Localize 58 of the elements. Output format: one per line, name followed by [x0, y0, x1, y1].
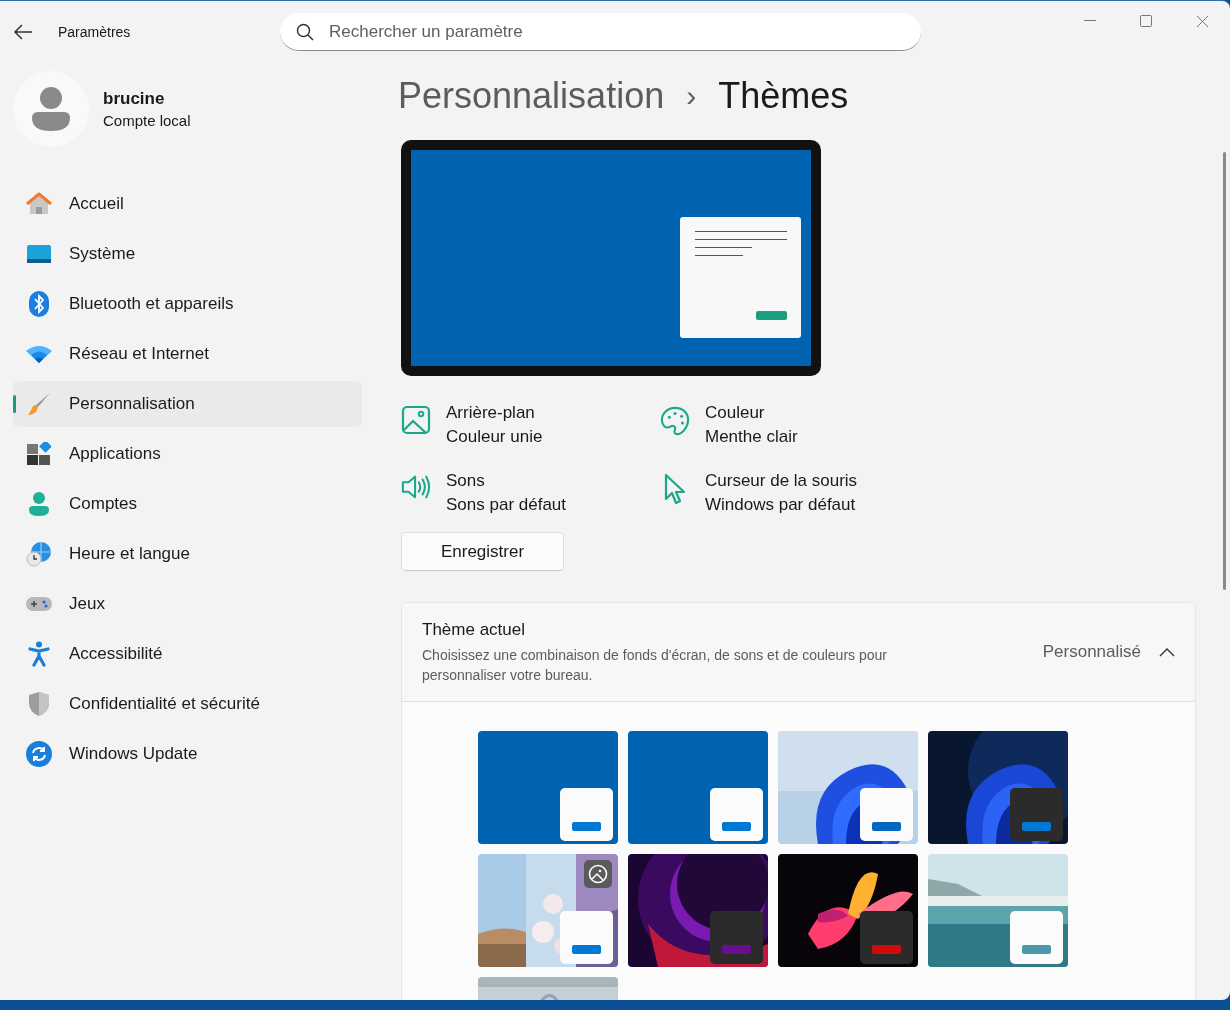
maximize-icon — [1140, 15, 1152, 27]
apps-icon — [27, 442, 51, 466]
breadcrumb-separator: › — [686, 79, 697, 113]
person-icon — [32, 87, 70, 131]
sidebar-item[interactable]: Bluetooth et appareils — [13, 281, 362, 327]
card-header[interactable]: Thème actuel Choisissez une combinaison de fonds d'écran, de sons et de couleurs pour personnaliser votre bureau. Personnalisé — [402, 603, 1195, 702]
setting-value: Couleur unie — [446, 426, 543, 448]
chevron-icon[interactable] — [1159, 647, 1175, 657]
speaker-icon — [401, 473, 431, 501]
setting-value: Sons par défaut — [446, 494, 567, 516]
card-description: Choisissez une combinaison de fonds d'écran, de sons et de couleurs pour personnaliser votre bureau. — [422, 645, 888, 685]
theme-tile[interactable] — [628, 731, 768, 844]
sidebar-item[interactable]: Système — [13, 231, 362, 277]
monitor-icon — [27, 244, 51, 264]
selection-indicator — [13, 395, 16, 413]
theme-name: Personnalisé — [1042, 642, 1141, 662]
setting-title: Curseur de la souris — [705, 470, 858, 492]
sidebar-item[interactable]: Personnalisation — [13, 381, 362, 427]
sidebar-item[interactable]: Accueil — [13, 181, 362, 227]
account-name: brucine — [103, 89, 166, 109]
account-type: Compte local — [103, 112, 191, 129]
shield-icon — [28, 691, 50, 717]
sidebar-item[interactable]: Windows Update — [13, 731, 362, 777]
sidebar-item[interactable]: Réseau et Internet — [13, 331, 362, 377]
setting-title: Sons — [446, 470, 486, 492]
sidebar-item[interactable]: Accessibilité — [13, 631, 362, 677]
bluetooth-icon — [29, 291, 49, 317]
sidebar-item[interactable]: Heure et langue — [13, 531, 362, 577]
sidebar-item[interactable]: Applications — [13, 431, 362, 477]
window-title: Paramètres — [58, 24, 132, 40]
search-icon — [296, 23, 314, 41]
sync-icon — [26, 741, 52, 767]
sidebar-item[interactable]: Confidentialité et sécurité — [13, 681, 362, 727]
gamepad-icon — [26, 595, 52, 613]
save-button[interactable]: Enregistrer — [401, 532, 564, 571]
theme-tile[interactable] — [478, 731, 618, 844]
sidebar-item[interactable]: Comptes — [13, 481, 362, 527]
page-title: Thèmes — [718, 75, 849, 117]
scrollbar[interactable] — [1223, 152, 1226, 590]
house-icon — [26, 192, 52, 216]
brush-icon — [26, 391, 52, 417]
sidebar-item[interactable]: Jeux — [13, 581, 362, 627]
palette-icon — [660, 405, 690, 437]
setting-title: Couleur — [705, 402, 766, 424]
card-title: Thème actuel — [422, 619, 526, 640]
setting-value: Menthe clair — [705, 426, 798, 448]
globe-clock-icon — [26, 541, 52, 567]
minimize-icon — [1084, 20, 1096, 22]
search-field[interactable]: Rechercher un paramètre — [280, 13, 921, 51]
wifi-icon — [26, 345, 52, 363]
breadcrumb-link[interactable]: Personnalisation — [398, 75, 665, 117]
close-icon — [1195, 14, 1209, 28]
cursor-icon — [663, 473, 687, 505]
image-icon — [401, 405, 431, 435]
person-icon — [28, 491, 50, 517]
accessibility-icon — [28, 641, 50, 667]
setting-title: Arrière-plan — [446, 402, 536, 424]
setting-value: Windows par défaut — [705, 494, 857, 516]
